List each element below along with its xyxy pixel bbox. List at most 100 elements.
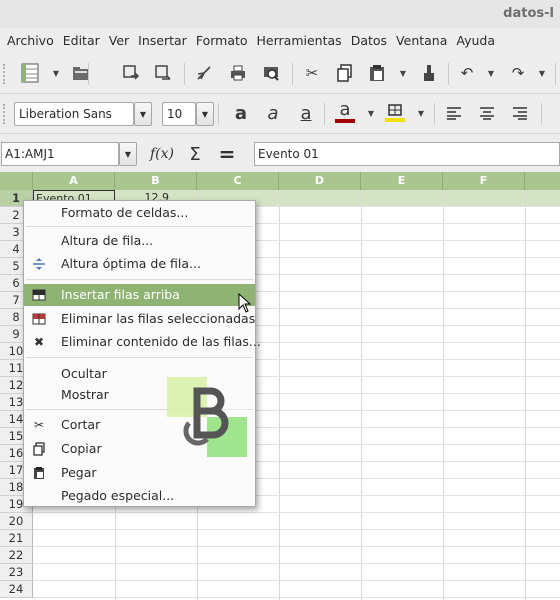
menu-formato[interactable]: Formato <box>192 33 252 48</box>
align-right-icon[interactable] <box>509 102 531 124</box>
row-header-21[interactable]: 21 <box>0 530 33 547</box>
hyperlink-icon[interactable] <box>193 62 215 84</box>
context-menu: Formato de celdas... Altura de fila... A… <box>23 200 261 507</box>
name-box-dropdown[interactable]: ▼ <box>119 142 137 166</box>
grid-row-line <box>33 563 560 564</box>
highlight-dropdown-icon[interactable]: ▼ <box>416 102 426 124</box>
toolbar-grip-2[interactable] <box>3 104 7 124</box>
export-pdf-icon[interactable] <box>152 62 174 84</box>
menu-datos[interactable]: Datos <box>347 33 391 48</box>
menu-item-label: Eliminar contenido de las filas... <box>61 334 261 349</box>
grid-row-line <box>33 529 560 530</box>
menu-item-altura-optima[interactable]: Altura óptima de fila... <box>24 253 255 275</box>
optimal-height-icon <box>32 257 46 271</box>
menu-bar: Archivo Editar Ver Insertar Formato Herr… <box>0 28 560 52</box>
menu-ventana[interactable]: Ventana <box>392 33 451 48</box>
clone-format-icon[interactable] <box>418 62 440 84</box>
open-dropdown-icon[interactable] <box>92 62 114 84</box>
watermark-logo <box>167 377 247 457</box>
standard-toolbar: ▼ ✂ ▼ ↶ ▼ ↷ ▼ <box>0 54 560 94</box>
column-header-b[interactable]: B <box>115 172 197 190</box>
column-header-g[interactable] <box>525 172 560 190</box>
redo-icon[interactable]: ↷ <box>507 62 529 84</box>
font-size-dropdown[interactable]: ▼ <box>196 102 214 126</box>
menu-item-label: Altura de fila... <box>61 233 154 248</box>
spreadsheet-icon[interactable] <box>19 62 41 84</box>
row-header-23[interactable]: 23 <box>0 564 33 581</box>
column-header-a[interactable]: A <box>33 172 115 190</box>
formula-input[interactable]: Evento 01 <box>254 142 560 166</box>
row-header-24[interactable]: 24 <box>0 581 33 598</box>
row-header-22[interactable]: 22 <box>0 547 33 564</box>
menu-item-altura-fila[interactable]: Altura de fila... <box>24 230 255 252</box>
column-header-c[interactable]: C <box>197 172 279 190</box>
menu-ayuda[interactable]: Ayuda <box>452 33 499 48</box>
menu-item-insertar-filas-arriba[interactable]: Insertar filas arriba <box>24 284 255 306</box>
font-name-dropdown[interactable]: ▼ <box>134 102 152 126</box>
paste-icon[interactable] <box>366 62 388 84</box>
toolbar-grip[interactable] <box>3 64 7 84</box>
menu-item-label: Eliminar las filas seleccionadas <box>61 311 256 326</box>
font-name-combo[interactable]: Liberation Sans <box>14 102 134 126</box>
grid-row-line <box>33 546 560 547</box>
undo-icon[interactable]: ↶ <box>456 62 478 84</box>
grid-row-line <box>33 597 560 598</box>
column-header-d[interactable]: D <box>279 172 361 190</box>
function-wizard-button[interactable]: f(x) <box>148 142 176 166</box>
menu-ver[interactable]: Ver <box>105 33 133 48</box>
delete-rows-icon <box>32 312 46 326</box>
font-color-dropdown[interactable]: ▼ <box>366 102 376 124</box>
redo-dropdown-icon[interactable]: ▼ <box>537 62 547 84</box>
sum-button[interactable]: Σ <box>184 142 206 166</box>
print-preview-icon[interactable] <box>260 62 282 84</box>
menu-insertar[interactable]: Insertar <box>134 33 191 48</box>
italic-icon[interactable]: a <box>262 102 284 124</box>
row-header-20[interactable]: 20 <box>0 513 33 530</box>
font-color-icon[interactable]: a <box>334 99 356 124</box>
column-header-e[interactable]: E <box>361 172 443 190</box>
menu-item-eliminar-contenido[interactable]: ✖ Eliminar contenido de las filas... <box>24 331 261 353</box>
formula-button[interactable]: = <box>216 142 238 166</box>
underline-icon[interactable]: a <box>295 102 317 124</box>
highlight-color-icon[interactable] <box>384 102 406 124</box>
bold-icon[interactable]: a <box>230 102 252 124</box>
highlight-color-swatch <box>385 118 405 122</box>
menu-item-label: Ocultar <box>61 366 107 381</box>
insert-rows-icon <box>32 288 46 302</box>
align-center-icon[interactable] <box>476 102 498 124</box>
export-icon[interactable] <box>120 62 142 84</box>
copy-icon[interactable] <box>334 62 356 84</box>
formatting-toolbar: Liberation Sans ▼ 10 ▼ a a a a ▼ ▼ <box>0 94 560 134</box>
paste-icon <box>32 466 46 480</box>
cut-icon[interactable]: ✂ <box>301 62 323 84</box>
menu-editar[interactable]: Editar <box>59 33 104 48</box>
grid-row-line <box>33 512 560 513</box>
menu-item-label: Cortar <box>61 417 101 432</box>
menu-item-label: Pegar <box>61 465 97 480</box>
column-header-f[interactable]: F <box>443 172 525 190</box>
font-color-glyph: a <box>339 99 351 120</box>
menu-item-eliminar-filas[interactable]: Eliminar las filas seleccionadas <box>24 308 255 330</box>
paste-dropdown-icon[interactable]: ▼ <box>398 62 408 84</box>
menu-item-label: Formato de celdas... <box>61 205 189 220</box>
font-size-combo[interactable]: 10 <box>162 102 196 126</box>
formula-bar: A1:AMJ1 ▼ f(x) Σ = Evento 01 <box>0 136 560 170</box>
font-color-swatch <box>335 119 355 123</box>
undo-dropdown-icon[interactable]: ▼ <box>486 62 496 84</box>
menu-item-pegado-especial[interactable]: Pegado especial... <box>24 485 255 507</box>
align-left-icon[interactable] <box>443 102 465 124</box>
name-box[interactable]: A1:AMJ1 <box>1 142 119 166</box>
clear-contents-icon: ✖ <box>33 335 45 349</box>
new-dropdown-icon[interactable]: ▼ <box>51 62 61 84</box>
menu-herramientas[interactable]: Herramientas <box>253 33 346 48</box>
select-all-corner[interactable] <box>0 172 33 190</box>
menu-item-formato-celdas[interactable]: Formato de celdas... <box>24 202 255 224</box>
menu-item-label: Mostrar <box>61 387 109 402</box>
menu-item-label: Insertar filas arriba <box>61 287 180 302</box>
menu-archivo[interactable]: Archivo <box>0 33 58 48</box>
print-icon[interactable] <box>227 62 249 84</box>
copy-icon <box>32 442 46 456</box>
menu-item-pegar[interactable]: Pegar <box>24 462 255 484</box>
mouse-pointer-icon <box>238 293 252 313</box>
window-title: datos-l <box>503 6 554 21</box>
